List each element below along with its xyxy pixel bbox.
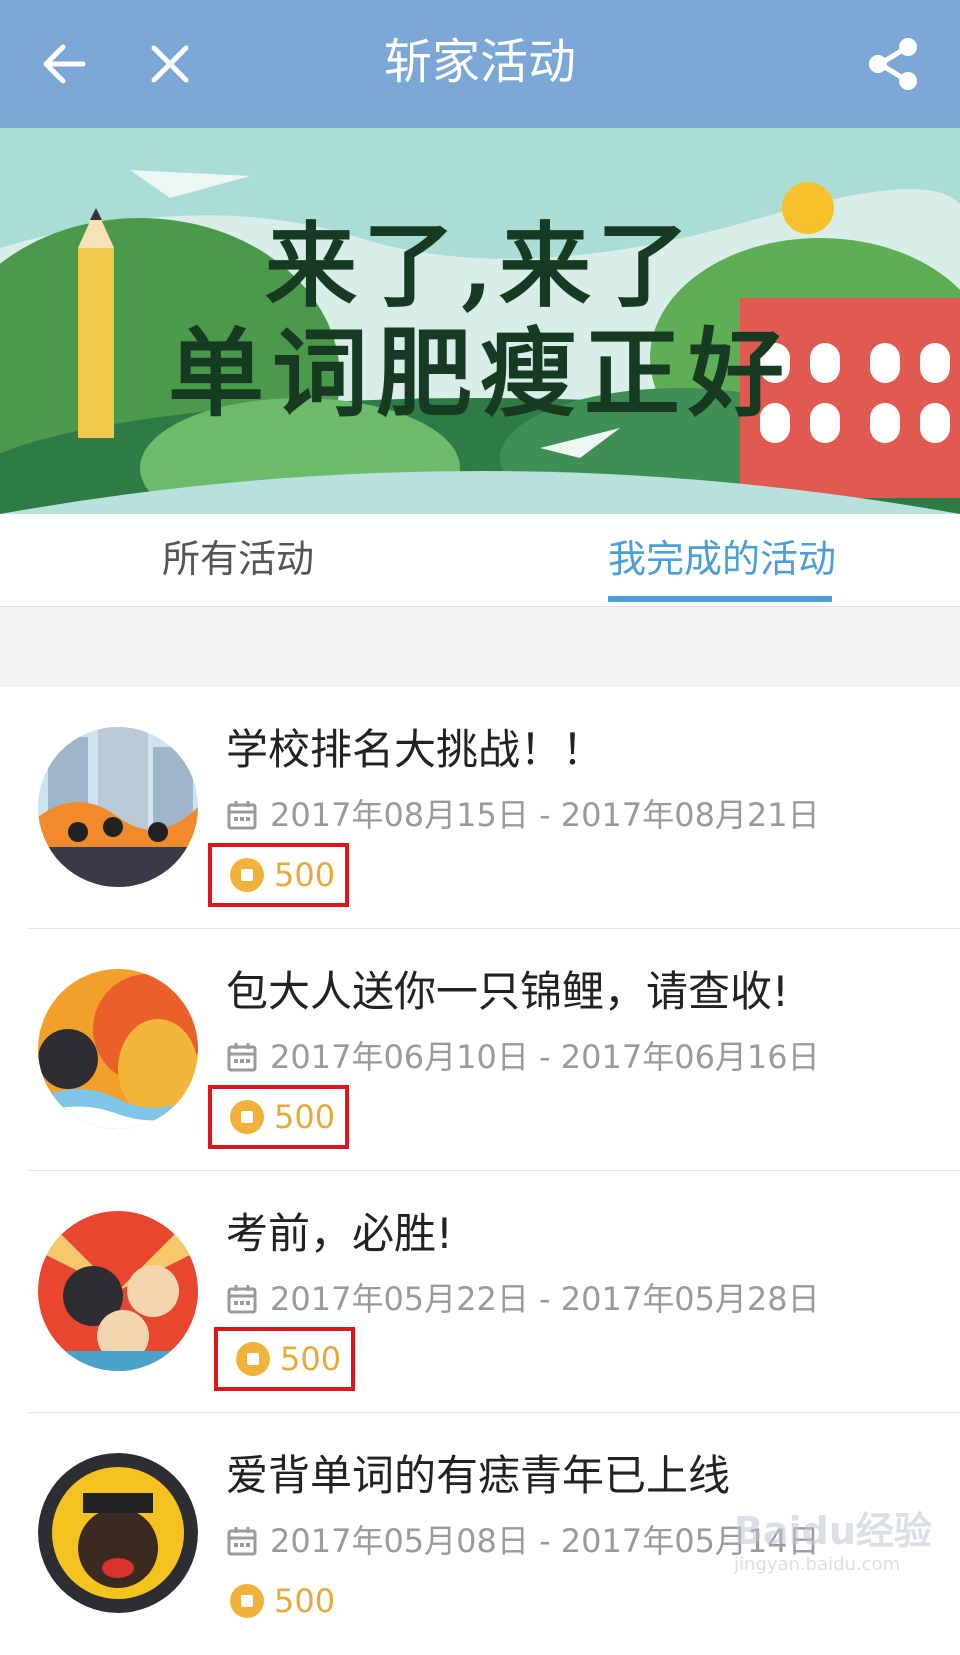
date-text: 2017年08月15日 - 2017年08月21日 bbox=[270, 796, 820, 834]
date-text: 2017年06月10日 - 2017年06月16日 bbox=[270, 1038, 820, 1076]
page-title: 斩家活动 bbox=[383, 34, 576, 90]
promo-banner[interactable]: 来了,来了 单词肥瘦正好 bbox=[0, 128, 960, 514]
coin-icon bbox=[230, 858, 264, 892]
activity-date-range: 2017年06月10日 - 2017年06月16日 bbox=[226, 1035, 820, 1079]
share-icon bbox=[869, 38, 917, 90]
top-bar: 斩家活动 bbox=[0, 0, 960, 128]
tab-my-completed-activities[interactable]: 我完成的活动 bbox=[608, 530, 836, 588]
activity-thumbnail bbox=[38, 727, 198, 887]
calendar-icon bbox=[227, 801, 257, 830]
activity-title: 爱背单词的有痣青年已上线 bbox=[226, 1451, 731, 1500]
activity-thumbnail bbox=[38, 969, 198, 1129]
activity-date-range: 2017年05月22日 - 2017年05月28日 bbox=[226, 1277, 820, 1321]
coin-icon bbox=[236, 1342, 270, 1376]
section-gap bbox=[0, 607, 960, 687]
calendar-icon bbox=[227, 1527, 257, 1556]
coin-value: 500 bbox=[280, 1340, 342, 1378]
activity-title: 包大人送你一只锦鲤，请查收! bbox=[226, 967, 789, 1016]
activity-list: 学校排名大挑战！！ 2017年08月15日 - 2017年08月21日 500 bbox=[0, 687, 960, 1620]
coin-icon bbox=[230, 1584, 264, 1618]
list-item[interactable]: 考前，必胜! 2017年05月22日 - 2017年05月28日 500 bbox=[0, 1171, 960, 1413]
activity-date-range: 2017年08月15日 - 2017年08月21日 bbox=[226, 793, 820, 837]
baidu-jingyan-watermark: Baidu经验 jingyan.baidu.com bbox=[734, 1500, 934, 1590]
coin-value: 500 bbox=[274, 1582, 336, 1620]
date-text: 2017年05月22日 - 2017年05月28日 bbox=[270, 1280, 820, 1318]
activity-date-range: 2017年05月08日 - 2017年05月14日 bbox=[226, 1519, 820, 1563]
coin-value: 500 bbox=[274, 856, 336, 894]
calendar-icon bbox=[227, 1043, 257, 1072]
list-item[interactable]: 学校排名大挑战！！ 2017年08月15日 - 2017年08月21日 500 bbox=[0, 687, 960, 929]
activity-thumbnail bbox=[38, 1211, 198, 1371]
coin-reward: 500 bbox=[208, 1085, 350, 1149]
coin-reward: 500 bbox=[208, 1569, 349, 1633]
coin-reward: 500 bbox=[214, 1327, 356, 1391]
activity-thumbnail bbox=[38, 1453, 198, 1613]
coin-icon bbox=[230, 1100, 264, 1134]
watermark-url: jingyan.baidu.com bbox=[734, 1554, 901, 1575]
active-tab-indicator bbox=[608, 596, 832, 602]
coin-reward: 500 bbox=[208, 843, 350, 907]
share-button[interactable] bbox=[864, 34, 924, 94]
coin-value: 500 bbox=[274, 1098, 336, 1136]
watermark-brand: Baidu经验 bbox=[734, 1509, 932, 1553]
calendar-icon bbox=[227, 1285, 257, 1314]
activity-tabs: 所有活动 我完成的活动 bbox=[0, 514, 960, 607]
activity-title: 考前，必胜! bbox=[226, 1209, 453, 1258]
activity-title: 学校排名大挑战！！ bbox=[226, 725, 605, 774]
tab-all-activities[interactable]: 所有活动 bbox=[162, 530, 314, 588]
banner-subheadline: 单词肥瘦正好 bbox=[168, 317, 792, 430]
list-item[interactable]: 包大人送你一只锦鲤，请查收! 2017年06月10日 - 2017年06月16日… bbox=[0, 929, 960, 1171]
